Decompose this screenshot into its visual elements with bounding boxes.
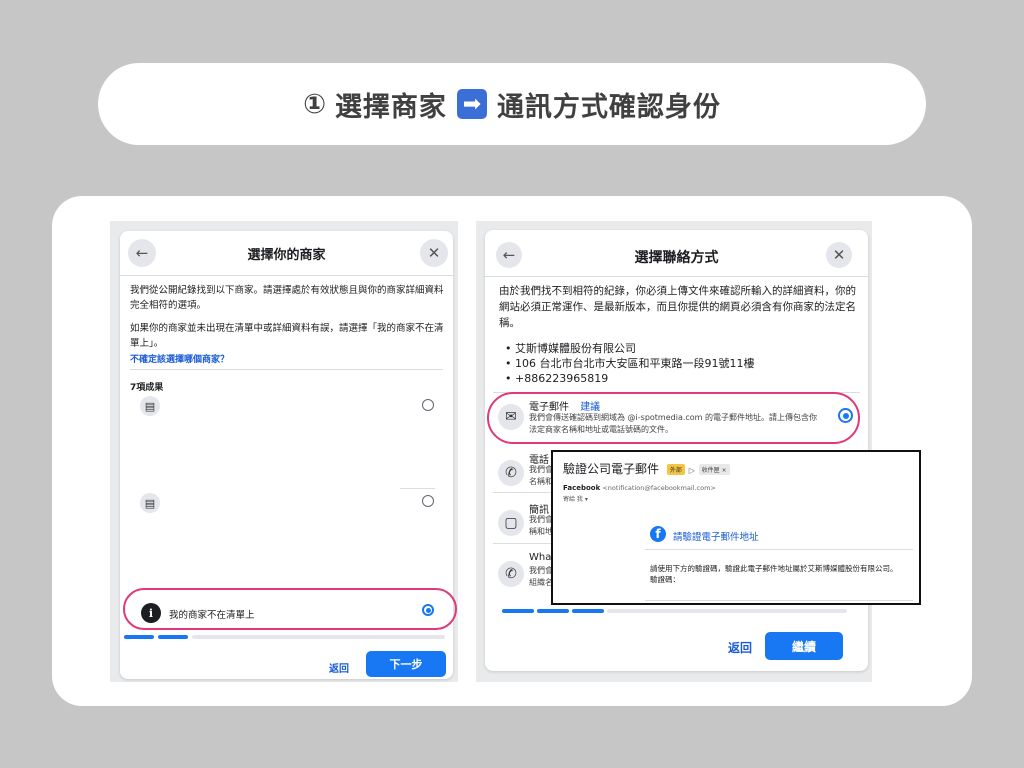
label-icon: ▷ — [688, 466, 695, 475]
header-divider — [485, 276, 868, 277]
whatsapp-option-desc: 我們會 組織名 — [529, 566, 553, 587]
progress-segment-3 — [572, 609, 604, 613]
close-icon[interactable]: ✕ — [420, 239, 448, 267]
facebook-logo-icon: f — [650, 526, 666, 542]
inbox-tag[interactable]: 收件匣 × — [698, 464, 730, 475]
help-link[interactable]: 不確定該選擇哪個商家？ — [130, 352, 229, 365]
back-button[interactable]: 返回 — [329, 660, 349, 675]
envelope-icon: ✉ — [498, 404, 524, 430]
email-divider — [645, 549, 913, 550]
business-radio-2[interactable] — [422, 495, 434, 507]
next-button[interactable]: 下一步 — [366, 651, 446, 677]
progress-track — [192, 635, 445, 639]
header-divider — [120, 275, 453, 276]
detail-address: • 106 台北市台北市大安區和平東路一段91號11樓 — [505, 357, 755, 370]
dialog-title: 選擇你的商家 — [247, 248, 326, 263]
progress-segment-1 — [124, 635, 154, 639]
progress-track — [607, 609, 847, 613]
detail-name: • 艾斯博媒體股份有限公司 — [505, 342, 636, 355]
email-option-title: 電子郵件 建議 — [529, 402, 601, 413]
banner-left-text: 選擇商家 — [334, 91, 447, 123]
continue-button[interactable]: 繼續 — [765, 632, 843, 660]
email-body: 請使用下方的驗證碼，驗證此電子郵件地址屬於艾斯博媒體股份有限公司。 驗證碼： — [650, 564, 898, 584]
progress-segment-1 — [502, 609, 534, 613]
whatsapp-icon: ✆ — [498, 561, 524, 587]
business-radio-1[interactable] — [422, 399, 434, 411]
sms-option-desc: 我們會 稱和地 — [529, 515, 553, 536]
row-divider — [400, 488, 435, 489]
progress-segment-2 — [537, 609, 569, 613]
banner-step: ① — [303, 88, 327, 120]
email-radio[interactable] — [838, 408, 853, 423]
progress-segment-2 — [158, 635, 188, 639]
info-icon: i — [141, 603, 161, 623]
intro-text: 由於我們找不到相符的紀錄，你必須上傳文件來確認所輸入的詳細資料，你的網站必須正常… — [499, 285, 856, 329]
back-button[interactable]: 返回 — [728, 639, 752, 656]
close-icon[interactable]: ✕ — [826, 242, 852, 268]
phone-icon: ✆ — [498, 460, 524, 486]
email-subject: 驗證公司電子郵件 外部 ▷ 收件匣 × — [563, 460, 730, 477]
email-sender: Facebook <notification@facebookmail.com> — [563, 484, 716, 492]
select-business-dialog: ← 選擇你的商家 ✕ 我們從公開紀錄找到以下商家。請選擇處於有效狀態且與你的商家… — [120, 231, 457, 679]
external-tag: 外部 — [666, 464, 685, 475]
verification-email-popup: 驗證公司電子郵件 外部 ▷ 收件匣 × Facebook <notificati… — [551, 450, 921, 605]
results-label: 7項成果 — [130, 383, 164, 393]
email-option-desc: 我們會傳送確認碼到網域為 @i-spotmedia.com 的電子郵件地址。請上… — [529, 413, 818, 434]
arrow-right-icon: ➡ — [456, 89, 487, 119]
section-divider — [130, 369, 443, 370]
banner-right-text: 通訊方式確認身份 — [496, 91, 721, 123]
intro-text-2: 如果你的商家並未出現在清單中或詳細資料有誤，請選擇「我的商家不在清單上」。 — [130, 323, 444, 349]
left-screenshot: ← 選擇你的商家 ✕ 我們從公開紀錄找到以下商家。請選擇處於有效狀態且與你的商家… — [110, 221, 458, 682]
phone-option-desc: 我們會 名稱和 — [529, 465, 553, 486]
detail-phone: • +886223965819 — [505, 372, 609, 385]
title-banner: ① 選擇商家 ➡ 通訊方式確認身份 — [98, 63, 926, 145]
intro-text: 我們從公開紀錄找到以下商家。請選擇處於有效狀態且與你的商家詳細資料完全相符的選項… — [130, 285, 444, 311]
email-divider — [645, 600, 913, 601]
dialog-title: 選擇聯絡方式 — [634, 250, 719, 266]
email-headline: 請驗證電子郵件地址 — [673, 532, 759, 543]
email-recipient: 寄給 我 ▾ — [563, 496, 588, 503]
chat-bubble-icon: ▢ — [498, 510, 524, 536]
briefcase-icon: ▤ — [140, 396, 160, 416]
briefcase-icon: ▤ — [140, 493, 160, 513]
business-details: • 艾斯博媒體股份有限公司 • 106 台北市台北市大安區和平東路一段91號11… — [505, 341, 755, 386]
not-listed-radio[interactable] — [422, 604, 434, 616]
not-listed-label: 我的商家不在清單上 — [169, 610, 255, 621]
